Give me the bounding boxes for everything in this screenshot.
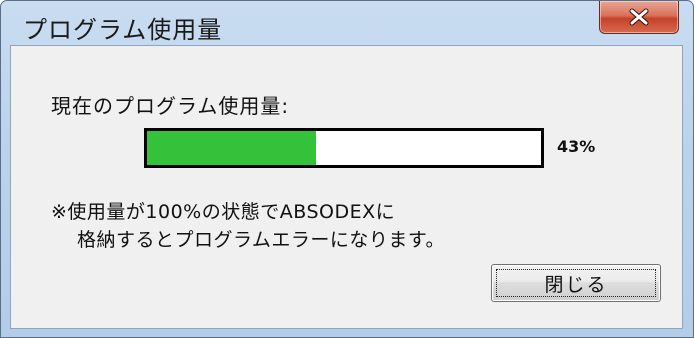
usage-note-line2: 格納するとプログラムエラーになります。	[77, 229, 446, 251]
usage-percent: 43%	[557, 137, 596, 156]
usage-note: ※使用量が100%の状態でABSODEXに 格納するとプログラムエラーになります…	[51, 198, 445, 254]
dialog-window: プログラム使用量 現在のプログラム使用量: 43% ※使用量が100%の状態でA…	[0, 0, 694, 338]
close-dialog-button[interactable]: 閉じる	[491, 264, 661, 302]
usage-label: 現在のプログラム使用量:	[51, 94, 290, 118]
title-close-button[interactable]	[599, 1, 679, 34]
dialog-client-area: 現在のプログラム使用量: 43% ※使用量が100%の状態でABSODEXに 格…	[10, 45, 683, 329]
usage-progress-bar	[144, 128, 544, 168]
title-bar[interactable]: プログラム使用量	[1, 1, 693, 45]
close-icon	[600, 1, 678, 33]
window-title: プログラム使用量	[23, 16, 223, 44]
usage-note-line1: ※使用量が100%の状態でABSODEXに	[51, 201, 396, 223]
usage-progress-fill	[147, 131, 317, 165]
close-dialog-button-label: 閉じる	[496, 269, 656, 297]
